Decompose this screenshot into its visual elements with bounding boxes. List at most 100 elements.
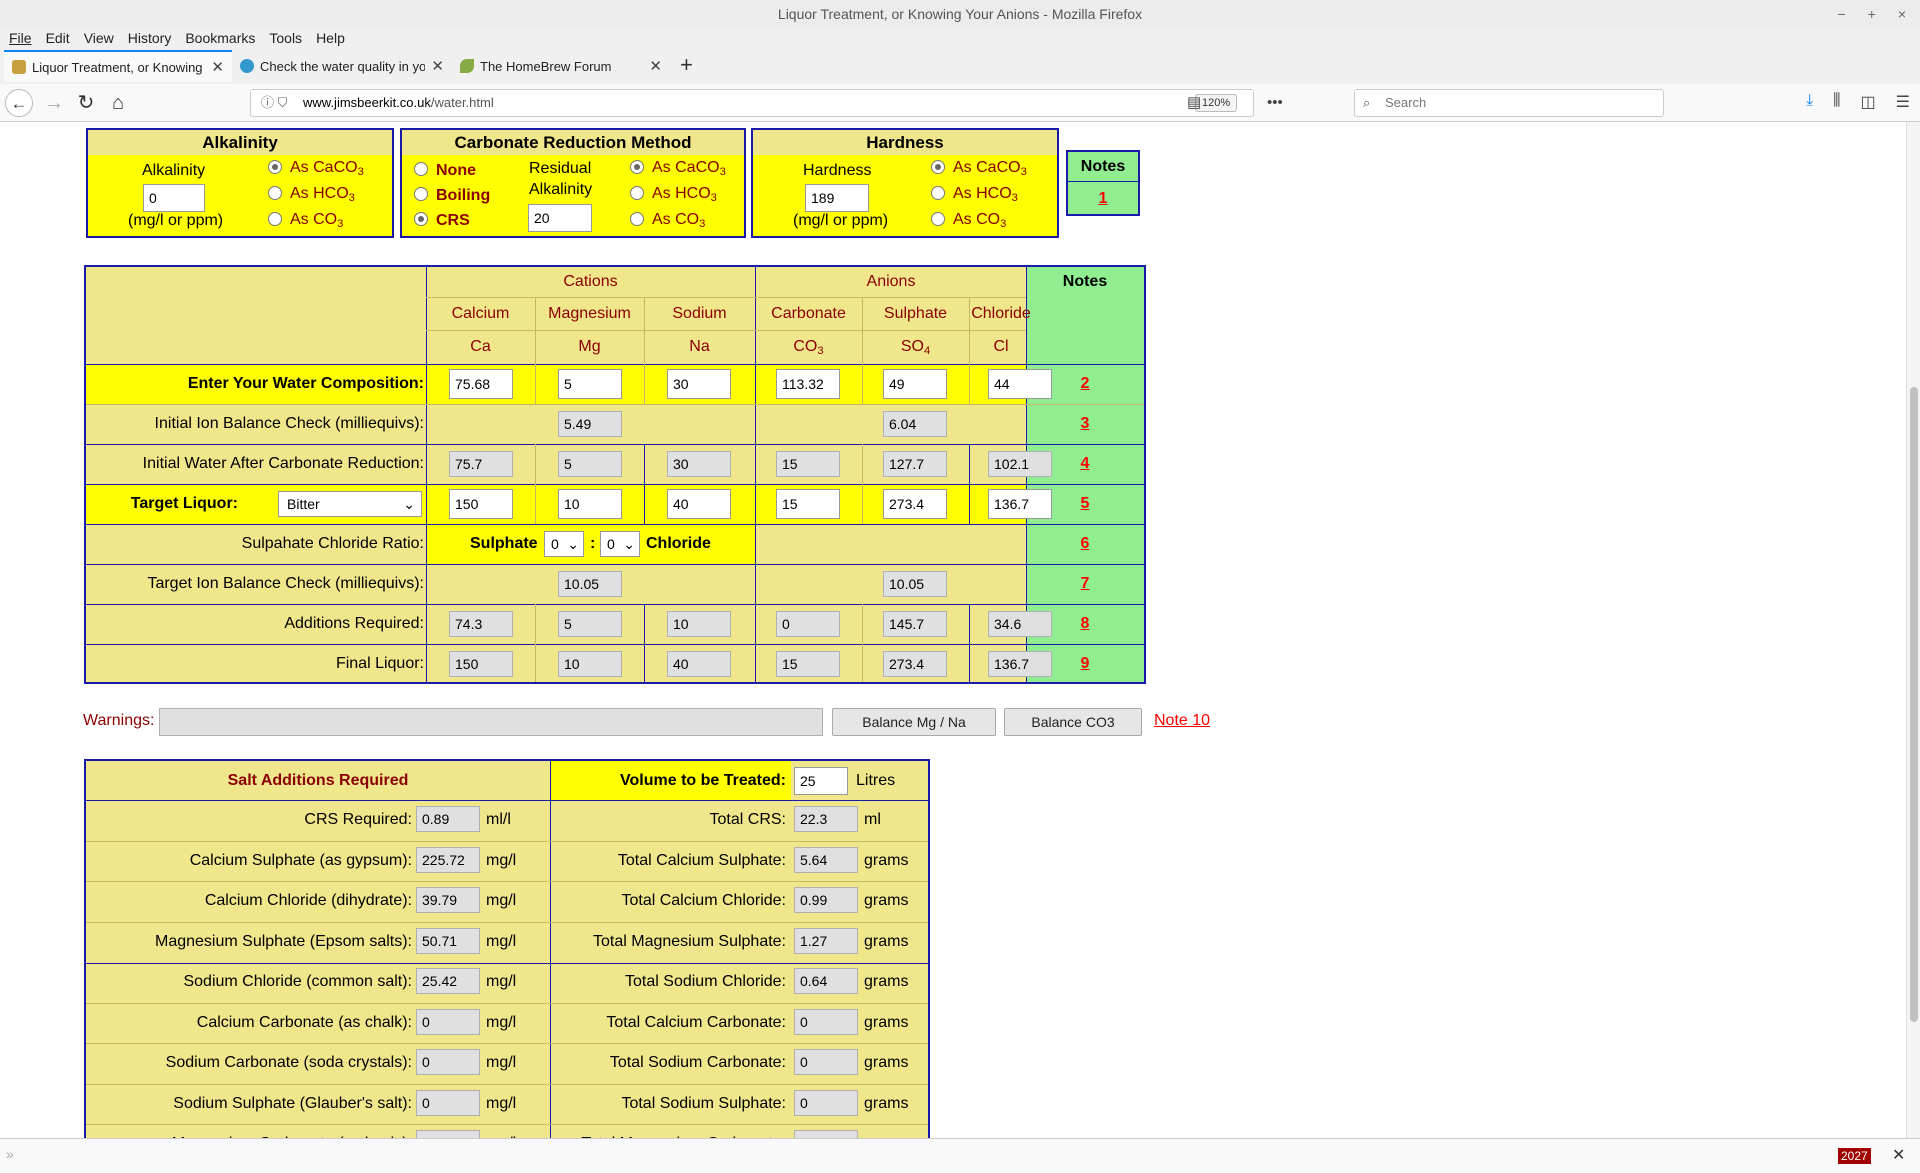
note-link-4[interactable]: 4 xyxy=(1026,455,1144,473)
method-radio-boiling[interactable] xyxy=(414,187,428,201)
method-label-none: None xyxy=(436,162,476,179)
note-link-1[interactable]: 1 xyxy=(1068,190,1138,208)
alkalinity-panel: Alkalinity Alkalinity (mg/l or ppm) As C… xyxy=(86,128,394,238)
note-link-3[interactable]: 3 xyxy=(1026,415,1144,433)
balance-co3-button[interactable]: Balance CO3 xyxy=(1004,708,1142,736)
hamburger-menu-icon[interactable]: ☰ xyxy=(1896,92,1910,112)
composition-mg-input[interactable] xyxy=(558,369,622,399)
ion-symbol-cl: Cl xyxy=(993,338,1009,355)
composition-so4-input[interactable] xyxy=(883,369,947,399)
method-radio-crs[interactable] xyxy=(414,212,428,226)
menu-view[interactable]: View xyxy=(84,28,114,48)
note-link-6[interactable]: 6 xyxy=(1026,535,1144,553)
note-link-9[interactable]: 9 xyxy=(1026,655,1144,673)
method-label-boiling: Boiling xyxy=(436,187,491,204)
search-input[interactable]: ⌕ Search xyxy=(1354,89,1664,117)
minimize-button[interactable]: − xyxy=(1837,0,1845,28)
target-ca-input[interactable] xyxy=(449,489,513,519)
hardness-input[interactable] xyxy=(805,184,869,212)
salt-row-value: 0.89 xyxy=(416,806,480,832)
note-link-10[interactable]: Note 10 xyxy=(1154,712,1210,730)
residual-alkalinity-input[interactable] xyxy=(528,204,592,232)
hardness-radio-hco3[interactable] xyxy=(931,186,945,200)
tab-liquor-treatment[interactable]: Liquor Treatment, or Knowing ✕ xyxy=(4,50,232,82)
target-mg-input[interactable] xyxy=(558,489,622,519)
ratio-chloride-label: Chloride xyxy=(646,535,711,552)
close-tab-icon[interactable]: ✕ xyxy=(431,57,444,75)
close-icon[interactable]: ✕ xyxy=(1892,1145,1905,1165)
url-bar[interactable]: ⓘ ⛉ www.jimsbeerkit.co.uk/water.html 120… xyxy=(250,89,1288,163)
alkalinity-radio-hco3[interactable] xyxy=(268,186,282,200)
volume-input[interactable] xyxy=(794,767,848,795)
library-icon[interactable]: ⫼ xyxy=(1833,92,1840,112)
chevron-down-icon: ⌄ xyxy=(623,536,635,552)
alkalinity-input[interactable] xyxy=(143,184,205,212)
residual-radio-co3[interactable] xyxy=(630,212,644,226)
alkalinity-option-hco3: As HCO3 xyxy=(290,185,355,204)
menu-edit[interactable]: Edit xyxy=(46,28,70,48)
reload-icon[interactable]: ↻ xyxy=(72,89,100,117)
downloads-icon[interactable]: ⤓ xyxy=(1806,92,1813,112)
final-co3: 15 xyxy=(776,651,840,677)
additions-co3: 0 xyxy=(776,611,840,637)
reader-view-icon[interactable]: ▤ xyxy=(1187,90,1201,116)
residual-label-2: Alkalinity xyxy=(529,181,593,198)
forward-arrow-icon[interactable]: → xyxy=(40,89,68,117)
target-so4-input[interactable] xyxy=(883,489,947,519)
after-reduction-co3: 15 xyxy=(776,451,840,477)
ion-symbol-na: Na xyxy=(689,338,710,355)
menu-file[interactable]: File xyxy=(9,28,32,48)
back-arrow-icon[interactable]: ← xyxy=(5,89,33,117)
salt-row-total-unit: grams xyxy=(864,1013,909,1031)
residual-radio-caco3[interactable] xyxy=(630,160,644,174)
alkalinity-radio-co3[interactable] xyxy=(268,212,282,226)
ratio-sulphate-select[interactable]: 0 ⌄ xyxy=(544,531,584,557)
scrollbar-thumb[interactable] xyxy=(1910,387,1918,1022)
menu-tools[interactable]: Tools xyxy=(269,28,302,48)
tab-water-quality[interactable]: Check the water quality in you ✕ xyxy=(232,50,452,82)
composition-co3-input[interactable] xyxy=(776,369,840,399)
tab-homebrew-forum[interactable]: The HomeBrew Forum ✕ xyxy=(452,50,670,82)
residual-radio-hco3[interactable] xyxy=(630,186,644,200)
close-window-button[interactable]: × xyxy=(1898,0,1906,28)
target-liquor-select[interactable]: Bitter ⌄ xyxy=(278,491,422,517)
alkalinity-radio-caco3[interactable] xyxy=(268,160,282,174)
balance-mg-na-button[interactable]: Balance Mg / Na xyxy=(832,708,996,736)
new-tab-icon[interactable]: + xyxy=(680,52,693,78)
window-titlebar: Liquor Treatment, or Knowing Your Anions… xyxy=(0,0,1920,28)
composition-ca-input[interactable] xyxy=(449,369,513,399)
menu-help[interactable]: Help xyxy=(316,28,345,48)
after-reduction-mg: 5 xyxy=(558,451,622,477)
home-icon[interactable]: ⌂ xyxy=(104,89,132,117)
close-tab-icon[interactable]: ✕ xyxy=(649,57,662,75)
close-tab-icon[interactable]: ✕ xyxy=(211,58,224,76)
composition-na-input[interactable] xyxy=(667,369,731,399)
salt-row-value: 0 xyxy=(416,1089,480,1116)
more-actions-icon[interactable]: ••• xyxy=(1267,94,1283,111)
salt-row-unit: mg/l xyxy=(486,1094,517,1112)
note-link-5[interactable]: 5 xyxy=(1026,495,1144,513)
target-co3-input[interactable] xyxy=(776,489,840,519)
menu-bar: File Edit View History Bookmarks Tools H… xyxy=(0,28,1920,48)
ratio-chloride-select[interactable]: 0 ⌄ xyxy=(600,531,640,557)
menu-bookmarks[interactable]: Bookmarks xyxy=(185,28,255,48)
salt-row-total-unit: grams xyxy=(864,973,909,990)
ratio-sulphate-label: Sulphate xyxy=(470,535,538,552)
after-reduction-ca: 75.7 xyxy=(449,451,513,477)
warnings-label: Warnings: xyxy=(83,712,155,729)
method-radio-none[interactable] xyxy=(414,162,428,176)
hardness-radio-caco3[interactable] xyxy=(931,160,945,174)
note-link-7[interactable]: 7 xyxy=(1026,575,1144,593)
note-link-8[interactable]: 8 xyxy=(1026,615,1144,633)
zoom-level[interactable]: 120% xyxy=(1195,94,1238,112)
hardness-radio-co3[interactable] xyxy=(931,212,945,226)
sidebar-icon[interactable]: ◫ xyxy=(1861,92,1876,112)
site-info-icon[interactable]: ⓘ ⛉ xyxy=(261,90,287,116)
maximize-button[interactable]: + xyxy=(1868,0,1876,28)
note-link-2[interactable]: 2 xyxy=(1026,375,1144,393)
target-na-input[interactable] xyxy=(667,489,731,519)
page-scrollbar[interactable] xyxy=(1906,122,1920,1138)
menu-history[interactable]: History xyxy=(128,28,172,48)
status-expand-icon[interactable]: » xyxy=(6,1146,14,1162)
tab-favicon-icon xyxy=(12,60,26,74)
